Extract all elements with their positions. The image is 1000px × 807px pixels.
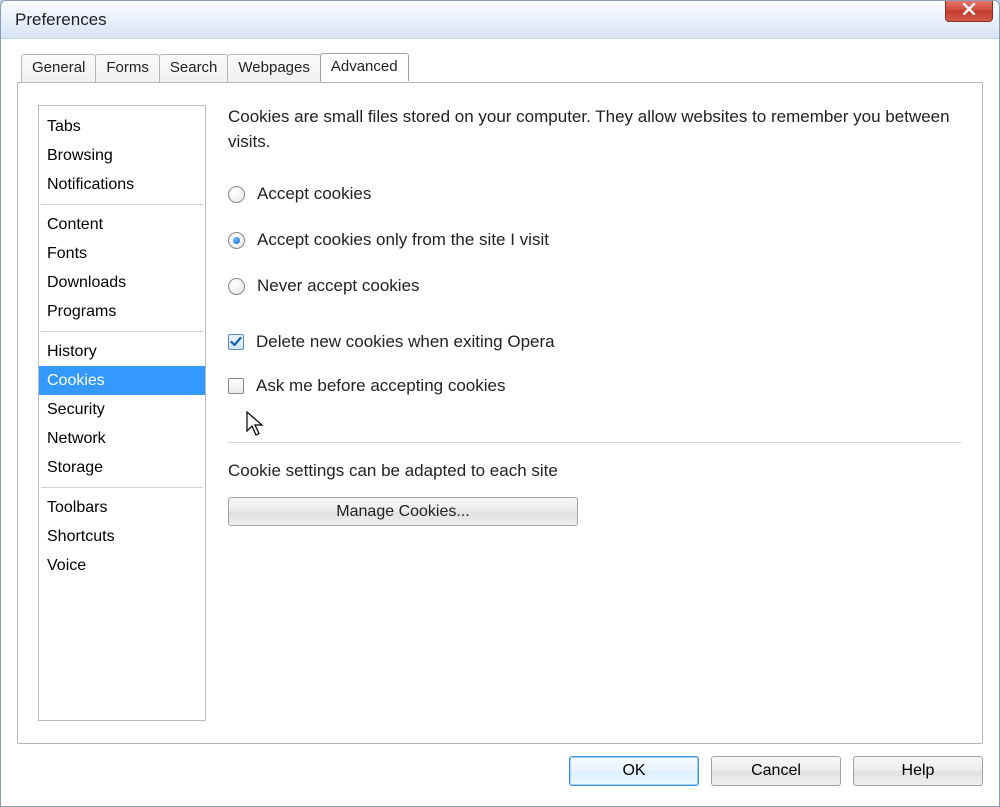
window-title: Preferences: [15, 10, 107, 30]
manage-cookies-button[interactable]: Manage Cookies...: [228, 497, 578, 526]
cookies-panel: Cookies are small files stored on your c…: [228, 105, 962, 721]
tab-search[interactable]: Search: [159, 54, 229, 82]
tab-webpages[interactable]: Webpages: [227, 54, 320, 82]
sidebar-item-shortcuts[interactable]: Shortcuts: [39, 522, 205, 551]
tab-advanced[interactable]: Advanced: [320, 53, 409, 81]
radio-option[interactable]: Never accept cookies: [228, 276, 962, 296]
sidebar-list[interactable]: TabsBrowsingNotifications ContentFontsDow…: [38, 105, 206, 721]
checkbox-label: Delete new cookies when exiting Opera: [256, 332, 555, 352]
cookie-policy-radiogroup: Accept cookies Accept cookies only from t…: [228, 184, 962, 296]
sidebar-item-voice[interactable]: Voice: [39, 551, 205, 580]
sidebar-item-programs[interactable]: Programs: [39, 297, 205, 326]
tab-forms[interactable]: Forms: [95, 54, 160, 82]
checkbox-icon: [228, 378, 244, 394]
sidebar-item-downloads[interactable]: Downloads: [39, 268, 205, 297]
sidebar-item-security[interactable]: Security: [39, 395, 205, 424]
radio-label: Accept cookies only from the site I visi…: [257, 230, 549, 250]
tab-container: GeneralFormsSearchWebpagesAdvanced TabsB…: [17, 53, 983, 796]
sidebar-item-storage[interactable]: Storage: [39, 453, 205, 482]
per-site-text: Cookie settings can be adapted to each s…: [228, 461, 962, 481]
radio-label: Never accept cookies: [257, 276, 420, 296]
sidebar-item-cookies[interactable]: Cookies: [39, 366, 205, 395]
sidebar-item-history[interactable]: History: [39, 337, 205, 366]
divider: [228, 442, 962, 443]
checkbox-option[interactable]: Ask me before accepting cookies: [228, 376, 962, 396]
tab-general[interactable]: General: [21, 54, 96, 82]
client-area: GeneralFormsSearchWebpagesAdvanced TabsB…: [1, 39, 999, 806]
checkbox-label: Ask me before accepting cookies: [256, 376, 505, 396]
sidebar-item-fonts[interactable]: Fonts: [39, 239, 205, 268]
sidebar-separator: [41, 487, 203, 488]
cookie-options-group: Delete new cookies when exiting Opera Ask…: [228, 332, 962, 420]
sidebar-item-browsing[interactable]: Browsing: [39, 141, 205, 170]
sidebar-item-tabs[interactable]: Tabs: [39, 112, 205, 141]
sidebar-separator: [41, 204, 203, 205]
checkbox-option[interactable]: Delete new cookies when exiting Opera: [228, 332, 962, 352]
titlebar: Preferences: [1, 1, 999, 39]
sidebar-item-toolbars[interactable]: Toolbars: [39, 493, 205, 522]
close-icon: [962, 2, 976, 19]
sidebar-item-content[interactable]: Content: [39, 210, 205, 239]
radio-icon: [228, 232, 245, 249]
intro-text: Cookies are small files stored on your c…: [228, 105, 962, 154]
checkbox-icon: [228, 334, 244, 350]
radio-option[interactable]: Accept cookies only from the site I visi…: [228, 230, 962, 250]
sidebar-item-notifications[interactable]: Notifications: [39, 170, 205, 199]
tabstrip: GeneralFormsSearchWebpagesAdvanced: [21, 53, 983, 81]
cancel-button[interactable]: Cancel: [711, 756, 841, 786]
radio-icon: [228, 278, 245, 295]
radio-option[interactable]: Accept cookies: [228, 184, 962, 204]
help-button[interactable]: Help: [853, 756, 983, 786]
tab-panel-advanced: TabsBrowsingNotifications ContentFontsDow…: [17, 82, 983, 744]
preferences-window: Preferences GeneralFormsSearchWebpagesAd…: [0, 0, 1000, 807]
sidebar-item-network[interactable]: Network: [39, 424, 205, 453]
ok-button[interactable]: OK: [569, 756, 699, 786]
sidebar-separator: [41, 331, 203, 332]
radio-icon: [228, 186, 245, 203]
radio-label: Accept cookies: [257, 184, 371, 204]
close-button[interactable]: [945, 0, 993, 22]
dialog-buttons: OK Cancel Help: [569, 756, 983, 786]
